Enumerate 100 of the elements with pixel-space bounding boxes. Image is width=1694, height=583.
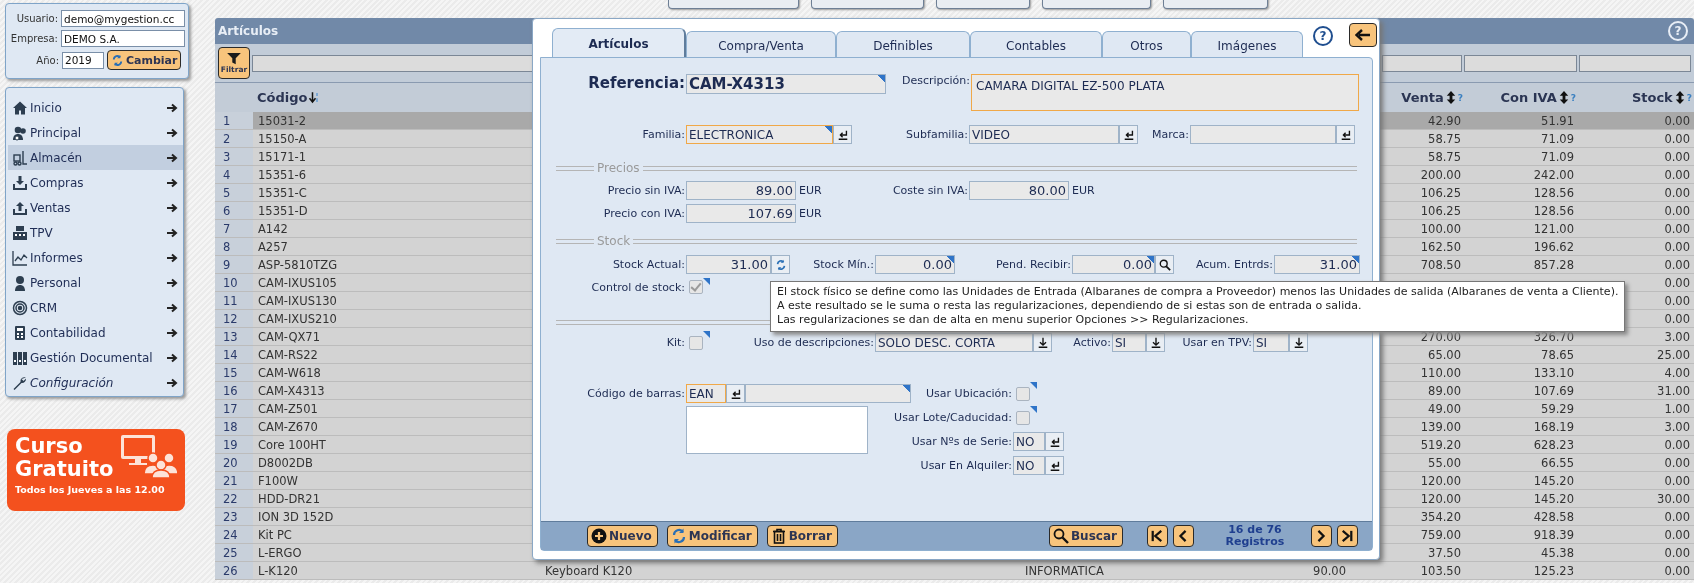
row-number: 8 bbox=[215, 238, 253, 255]
field-label: Marca: bbox=[1151, 128, 1190, 141]
field-label: Empresa: bbox=[9, 33, 58, 44]
table-cell-text: A257 bbox=[257, 239, 289, 254]
table-cell-text: 55.00 bbox=[1427, 455, 1462, 470]
table-cell-text: 168.19 bbox=[1532, 419, 1575, 434]
table-cell-text: 25.00 bbox=[1656, 347, 1691, 362]
row-number: 2 bbox=[215, 130, 253, 147]
table-cell-text: CAM-Z670 bbox=[257, 419, 319, 434]
row-number: 5 bbox=[215, 184, 253, 201]
unit-label: EUR bbox=[798, 184, 823, 197]
banner-subtitle: Todos los Jueves a las 12.00 bbox=[15, 484, 166, 495]
row-number: 17 bbox=[215, 400, 253, 417]
table-cell-text: 0.00 bbox=[1663, 131, 1691, 146]
table-cell-text: 58.75 bbox=[1427, 149, 1462, 164]
row-number: 21 bbox=[215, 472, 253, 489]
field-label: Código de barras: bbox=[586, 387, 686, 400]
banner-title: Gratuito bbox=[15, 458, 114, 481]
unit-label: EUR bbox=[1071, 184, 1096, 197]
field-label: Usar Ubicación: bbox=[925, 387, 1013, 400]
field-label: Precio con IVA: bbox=[602, 207, 686, 220]
table-cell-text: 519.20 bbox=[1419, 437, 1462, 452]
table-cell-text: CAM-IXUS105 bbox=[257, 275, 338, 290]
table-cell-text: 65.00 bbox=[1427, 347, 1462, 362]
row-number: 19 bbox=[215, 436, 253, 453]
table-cell-text: 107.69 bbox=[1532, 383, 1575, 398]
table-cell-text: 51.91 bbox=[1540, 113, 1575, 128]
field-label: Precio sin IVA: bbox=[606, 184, 686, 197]
table-cell-text: CAM-IXUS130 bbox=[257, 293, 338, 308]
tooltip-text: Las regularizaciones se dan de alta en menu superior Opciones >> Regularizaciones. bbox=[777, 313, 1250, 327]
table-cell-text: 58.75 bbox=[1427, 131, 1462, 146]
field-label: Usar Nºs de Serie: bbox=[910, 435, 1013, 448]
table-cell-text: 78.65 bbox=[1540, 347, 1575, 362]
table-cell-text: 66.55 bbox=[1540, 455, 1575, 470]
table-cell-text: 326.70 bbox=[1532, 329, 1575, 344]
field-label: Kit: bbox=[665, 336, 686, 349]
field-label: Usuario: bbox=[15, 13, 58, 24]
table-cell-text: 0.00 bbox=[1663, 437, 1691, 452]
table-cell-text: 3.00 bbox=[1663, 419, 1691, 434]
row-number: 24 bbox=[215, 526, 253, 543]
row-number: 23 bbox=[215, 508, 253, 525]
table-cell-text: 0.00 bbox=[1663, 113, 1691, 128]
record-label: Registros bbox=[1225, 536, 1285, 548]
table-cell-text: L-ERGO bbox=[257, 545, 303, 560]
field-label: Usar En Alquiler: bbox=[919, 459, 1013, 472]
table-cell-text: 0.00 bbox=[1663, 473, 1691, 488]
table-cell-text: INFORMATICA bbox=[1024, 563, 1105, 578]
row-number: 7 bbox=[215, 220, 253, 237]
field-label: Descripción: bbox=[900, 74, 971, 87]
field-label: Referencia: bbox=[587, 74, 686, 92]
table-cell-text: 0.00 bbox=[1663, 257, 1691, 272]
table-cell-text: 110.00 bbox=[1419, 365, 1462, 380]
row-number: 3 bbox=[215, 148, 253, 165]
table-cell-text: A142 bbox=[257, 221, 289, 236]
table-cell-text: 759.00 bbox=[1419, 527, 1462, 542]
table-cell-text: 42.90 bbox=[1427, 113, 1462, 128]
table-cell-text: 0.00 bbox=[1663, 275, 1691, 290]
table-cell-text: F100W bbox=[257, 473, 299, 488]
tooltip-text: A este resultado se le suma o resta las regularizaciones, dependiendo de si estas son de entrada o salida. bbox=[777, 299, 1363, 313]
table-cell-text: CAM-QX71 bbox=[257, 329, 321, 344]
table-cell-text: 49.00 bbox=[1427, 401, 1462, 416]
table-cell-text: 45.38 bbox=[1540, 545, 1575, 560]
table-cell-text: Keyboard K120 bbox=[544, 563, 634, 578]
table-cell-text: L-K120 bbox=[257, 563, 299, 578]
table-cell-text: 15351-C bbox=[257, 185, 308, 200]
table-cell-text: 0.00 bbox=[1663, 509, 1691, 524]
field-label: Uso de descripciones: bbox=[752, 336, 875, 349]
row-number: 26 bbox=[215, 562, 253, 579]
table-cell-text: 15150-A bbox=[257, 131, 308, 146]
table-cell-text: 106.25 bbox=[1419, 185, 1462, 200]
table-cell-text: 3.00 bbox=[1663, 329, 1691, 344]
table-cell-text: CAM-Z501 bbox=[257, 401, 319, 416]
table-cell-text: 0.00 bbox=[1663, 221, 1691, 236]
table-cell-text: 242.00 bbox=[1532, 167, 1575, 182]
table-cell-text: 196.62 bbox=[1532, 239, 1575, 254]
table-cell-text: 133.10 bbox=[1532, 365, 1575, 380]
row-number: 9 bbox=[215, 256, 253, 273]
table-cell-text: 89.00 bbox=[1427, 383, 1462, 398]
table-cell-text: 120.00 bbox=[1419, 491, 1462, 506]
table-cell-text: 162.50 bbox=[1419, 239, 1462, 254]
table-cell-text: 0.00 bbox=[1663, 149, 1691, 164]
field-label: Año: bbox=[35, 54, 59, 66]
table-cell-text: 428.58 bbox=[1532, 509, 1575, 524]
record-counter: 16 de 76 bbox=[1228, 524, 1282, 536]
table-cell-text: 354.20 bbox=[1419, 509, 1462, 524]
table-cell-text: CAM-RS22 bbox=[257, 347, 319, 362]
table-cell-text: 128.56 bbox=[1532, 203, 1575, 218]
table-cell-text: 628.23 bbox=[1532, 437, 1575, 452]
field-label: Stock Actual: bbox=[611, 258, 686, 271]
table-cell-text: 125.23 bbox=[1532, 563, 1575, 578]
table-cell-text: 0.00 bbox=[1663, 311, 1691, 326]
field-label: Pend. Recibir: bbox=[994, 258, 1072, 271]
table-cell-text: 270.00 bbox=[1419, 329, 1462, 344]
field-label: Acum. Entrds: bbox=[1194, 258, 1274, 271]
table-cell-text: 103.50 bbox=[1419, 563, 1462, 578]
unit-label: EUR bbox=[798, 207, 823, 220]
table-cell-text: Kit PC bbox=[257, 527, 293, 542]
row-number: 6 bbox=[215, 202, 253, 219]
field-label: Coste sin IVA: bbox=[891, 184, 969, 197]
table-cell-text: 128.56 bbox=[1532, 185, 1575, 200]
